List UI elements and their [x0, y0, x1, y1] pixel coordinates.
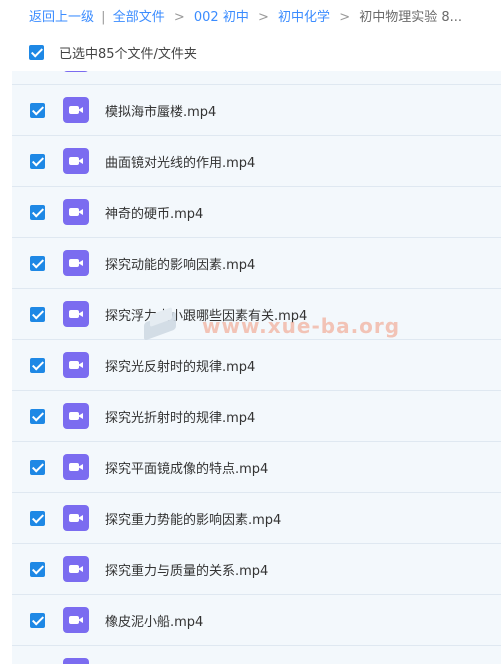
- file-row[interactable]: 曲面镜对光线的作用.mp4: [12, 136, 501, 187]
- file-name[interactable]: 探究光反射时的规律.mp4: [105, 356, 255, 375]
- video-file-icon: [63, 505, 89, 531]
- video-file-icon: [63, 454, 89, 480]
- file-name[interactable]: 探究重力势能的影响因素.mp4: [105, 509, 281, 528]
- file-checkbox[interactable]: [30, 561, 45, 577]
- file-row[interactable]: 探究动能的影响因素.mp4: [12, 238, 501, 289]
- file-checkbox[interactable]: [30, 612, 45, 628]
- file-name[interactable]: 神奇的硬币.mp4: [105, 203, 203, 222]
- video-file-icon: [63, 403, 89, 429]
- video-file-icon: [63, 199, 89, 225]
- selection-count: 已选中85个文件/文件夹: [59, 47, 197, 62]
- file-row[interactable]: 光的折射现象.mp4: [12, 71, 501, 85]
- video-file-icon: [63, 250, 89, 276]
- file-name[interactable]: 曲面镜对光线的作用.mp4: [105, 152, 255, 171]
- file-checkbox[interactable]: [30, 204, 45, 220]
- video-file-icon: [63, 556, 89, 582]
- breadcrumb-separator: >: [257, 10, 269, 25]
- file-row[interactable]: 探究重力与质量的关系.mp4: [12, 544, 501, 595]
- file-checkbox[interactable]: [30, 510, 45, 526]
- file-row[interactable]: 探究平面镜成像的特点.mp4: [12, 442, 501, 493]
- file-row[interactable]: 探究浮力大小跟哪些因素有关.mp4: [12, 289, 501, 340]
- video-file-icon: [63, 148, 89, 174]
- file-row[interactable]: 探究光反射时的规律.mp4: [12, 340, 501, 391]
- file-name[interactable]: 探究光折射时的规律.mp4: [105, 407, 255, 426]
- breadcrumb-separator: >: [173, 10, 185, 25]
- breadcrumb-middle-school[interactable]: 002 初中: [194, 10, 249, 25]
- file-row[interactable]: 橡皮泥小船.mp4: [12, 595, 501, 646]
- breadcrumb-chemistry[interactable]: 初中化学: [278, 10, 330, 25]
- file-checkbox[interactable]: [30, 357, 45, 373]
- file-rows: 光的折射现象.mp4 模拟海市蜃楼.mp4 曲面镜对光线的作用.mp4 神奇的硬币.m…: [12, 71, 501, 664]
- file-row[interactable]: 探究光折射时的规律.mp4: [12, 391, 501, 442]
- breadcrumb-current: 初中物理实验 8...: [359, 10, 463, 25]
- video-file-icon: [63, 301, 89, 327]
- file-checkbox[interactable]: [30, 306, 45, 322]
- selection-bar: 已选中85个文件/文件夹: [0, 34, 501, 71]
- video-file-icon: [63, 97, 89, 123]
- breadcrumb-separator: >: [339, 10, 351, 25]
- file-checkbox[interactable]: [30, 459, 45, 475]
- file-checkbox[interactable]: [30, 255, 45, 271]
- breadcrumb-divider: |: [101, 10, 106, 25]
- video-file-icon: [63, 71, 89, 72]
- file-list[interactable]: 光的折射现象.mp4 模拟海市蜃楼.mp4 曲面镜对光线的作用.mp4 神奇的硬币.m…: [12, 71, 501, 664]
- video-file-icon: [63, 607, 89, 633]
- file-name[interactable]: 探究动能的影响因素.mp4: [105, 254, 255, 273]
- file-row[interactable]: [12, 646, 501, 664]
- file-name[interactable]: 模拟海市蜃楼.mp4: [105, 101, 216, 120]
- file-checkbox[interactable]: [30, 153, 45, 169]
- back-link[interactable]: 返回上一级: [29, 10, 94, 25]
- file-name[interactable]: 橡皮泥小船.mp4: [105, 611, 203, 630]
- file-row[interactable]: 神奇的硬币.mp4: [12, 187, 501, 238]
- breadcrumb: 返回上一级 | 全部文件 > 002 初中 > 初中化学 > 初中物理实验 8.…: [0, 0, 501, 34]
- breadcrumb-all-files[interactable]: 全部文件: [113, 10, 165, 25]
- video-file-icon: [63, 352, 89, 378]
- file-name[interactable]: 探究平面镜成像的特点.mp4: [105, 458, 268, 477]
- file-row[interactable]: 探究重力势能的影响因素.mp4: [12, 493, 501, 544]
- file-name[interactable]: 探究重力与质量的关系.mp4: [105, 560, 268, 579]
- file-checkbox[interactable]: [30, 408, 45, 424]
- video-file-icon: [63, 658, 89, 664]
- select-all-checkbox[interactable]: [29, 45, 44, 60]
- file-checkbox[interactable]: [30, 102, 45, 118]
- file-name[interactable]: 探究浮力大小跟哪些因素有关.mp4: [105, 305, 307, 324]
- file-row[interactable]: 模拟海市蜃楼.mp4: [12, 85, 501, 136]
